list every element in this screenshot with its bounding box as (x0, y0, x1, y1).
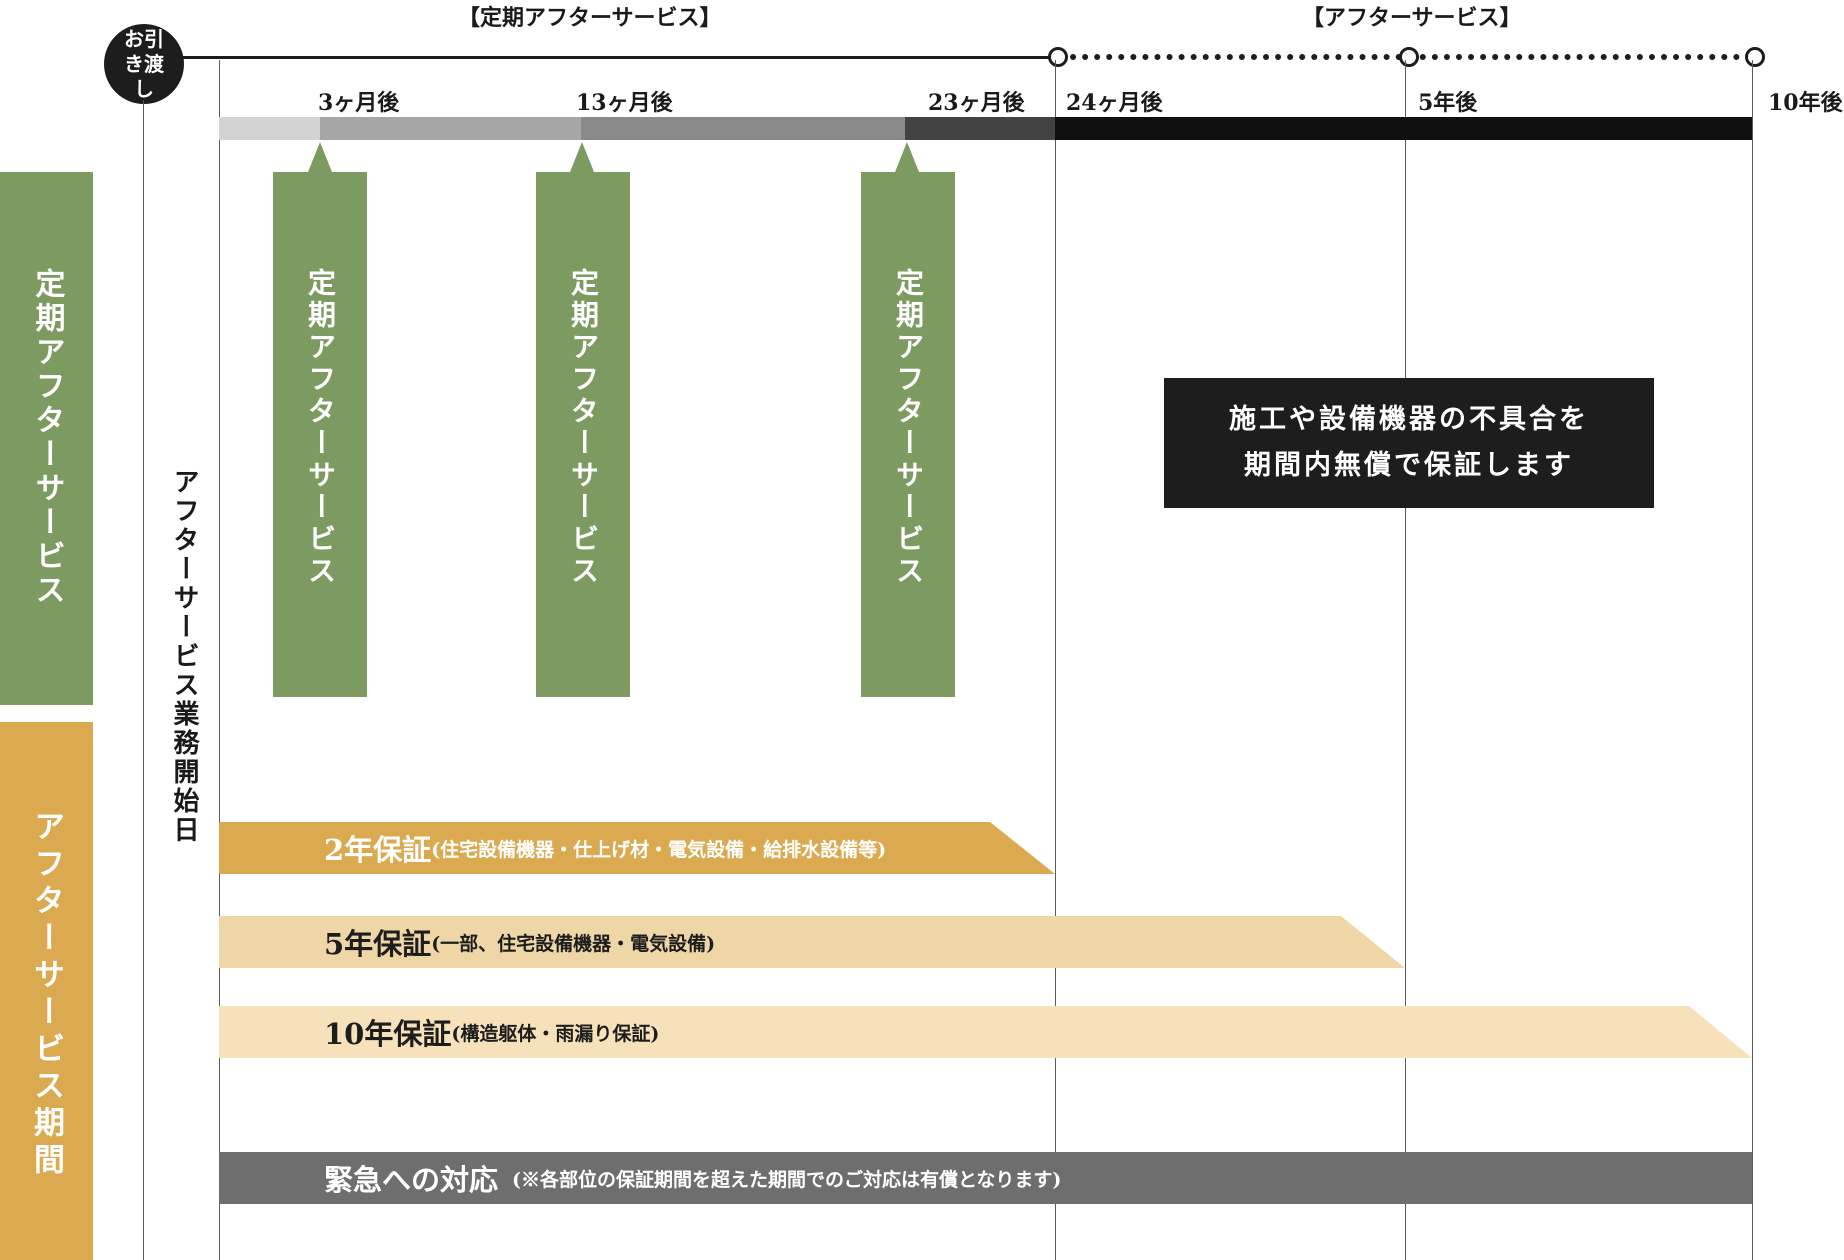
emergency-detail: (※各部位の保証期間を超えた期間でのご対応は有償となります) (512, 1168, 1062, 1191)
warranty-2y-detail: (住宅設備機器・仕上げ材・電気設備・給排水設備等) (431, 838, 887, 861)
warranty-2y: 2年保証 (住宅設備機器・仕上げ材・電気設備・給排水設備等) (324, 822, 1084, 874)
warranty-5y-title: 5年保証 (324, 927, 432, 961)
warranty-5y: 5年保証 (一部、住宅設備機器・電気設備) (324, 916, 1084, 968)
warranty-10y-detail: (構造躯体・雨漏り保証) (451, 1022, 660, 1045)
warranty-2y-title: 2年保証 (324, 833, 432, 867)
warranty-10y-title: 10年保証 (324, 1017, 452, 1051)
warranty-band-shapes (219, 822, 1752, 1204)
warranty-10y: 10年保証 (構造躯体・雨漏り保証) (324, 1006, 1084, 1058)
emergency-title: 緊急への対応 (324, 1163, 499, 1197)
warranty-5y-detail: (一部、住宅設備機器・電気設備) (431, 932, 716, 955)
emergency-response: 緊急への対応 (※各部位の保証期間を超えた期間でのご対応は有償となります) (324, 1152, 1424, 1204)
